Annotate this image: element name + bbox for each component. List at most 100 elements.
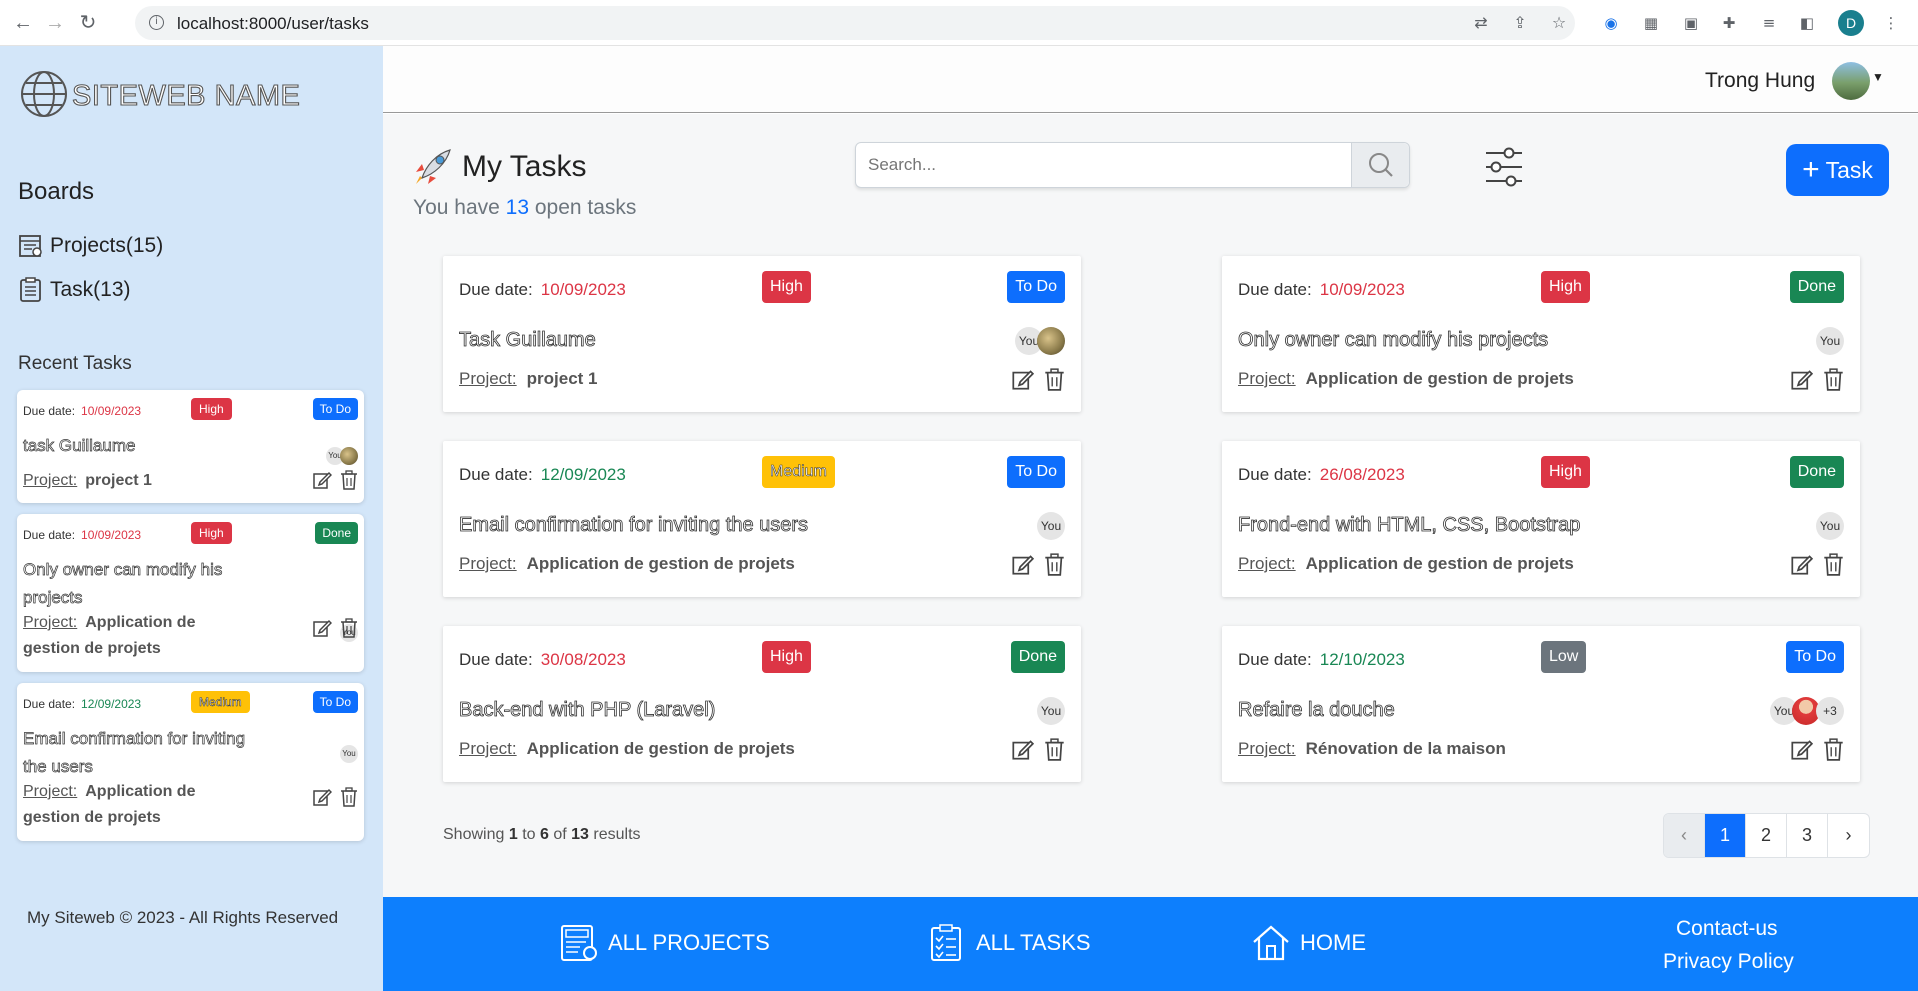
edit-icon[interactable] [1011,553,1034,576]
task-title[interactable]: Back-end with PHP (Laravel) [459,699,716,722]
edit-icon[interactable] [1790,553,1813,576]
task-title[interactable]: Refaire la douche [1238,699,1396,722]
sidebar-item-projects[interactable]: Projects(15) [18,231,163,261]
task-title[interactable]: Only owner can modify his projects [23,556,253,612]
avatar [340,447,358,465]
due-date: Due date: 30/08/2023 [459,650,626,669]
task-project: Project: Application de gestion de projet… [23,614,196,657]
status-badge: To Do [312,691,358,713]
page-3-button[interactable]: 3 [1787,814,1828,857]
assignees: You [1816,327,1844,355]
trash-icon[interactable] [1823,368,1844,391]
clipboard-extension-icon[interactable]: ▣ [1680,12,1702,34]
due-date: Due date: 12/09/2023 [459,465,626,484]
side-panel-icon[interactable]: ◧ [1796,12,1818,34]
task-title[interactable]: Frond-end with HTML, CSS, Bootstrap [1238,514,1581,537]
back-arrow-icon[interactable]: ← [12,12,34,34]
status-badge: Done [1010,641,1065,673]
recent-task-card[interactable]: Due date: 12/09/2023 Medium To Do Email c… [17,683,364,841]
page-1-button[interactable]: 1 [1705,814,1746,857]
task-card[interactable]: Due date: 10/09/2023 High To Do Task Guil… [443,256,1081,412]
trash-icon[interactable] [1823,738,1844,761]
footer-home-link[interactable]: HOME [1250,920,1366,966]
trash-icon[interactable] [1044,738,1065,761]
reload-icon[interactable]: ↻ [77,12,99,34]
privacy-policy-link[interactable]: Privacy Policy [1663,950,1794,974]
trash-icon[interactable] [340,470,358,490]
status-badge: To Do [312,398,358,420]
task-card[interactable]: Due date: 12/09/2023 Medium To Do Email c… [443,441,1081,597]
footer-all-projects-label: ALL PROJECTS [608,930,770,955]
user-name[interactable]: Trong Hung [1705,69,1815,93]
edit-icon[interactable] [1011,368,1034,391]
search-box [855,142,1410,188]
globe-extension-icon[interactable]: ◉ [1600,12,1622,34]
recent-task-card[interactable]: Due date: 10/09/2023 High To Do task Guil… [17,390,364,503]
sidebar-item-label: Projects(15) [50,234,164,257]
prev-page-button[interactable]: ‹ [1664,814,1705,857]
page-2-button[interactable]: 2 [1746,814,1787,857]
task-card[interactable]: Due date: 26/08/2023 High Done Frond-end … [1222,441,1860,597]
assignee-you: You [1037,697,1065,725]
priority-badge: Medium [191,691,250,713]
tasks-checklist-icon [931,924,961,961]
reading-list-icon[interactable]: ≡ [1758,12,1780,34]
browser-menu-icon[interactable]: ⋮ [1880,12,1902,34]
sidebar-item-tasks[interactable]: Task(13) [18,275,131,305]
trash-icon[interactable] [1044,553,1065,576]
task-card[interactable]: Due date: 10/09/2023 High Done Only owner… [1222,256,1860,412]
plus-icon: + [1802,153,1820,186]
task-project: Project: Application de gestion de projet… [459,739,795,758]
avatar[interactable] [1832,62,1870,100]
status-badge: To Do [1007,271,1065,303]
edit-icon[interactable] [1011,738,1034,761]
profile-avatar[interactable]: D [1838,10,1864,36]
address-bar[interactable]: i localhost:8000/user/tasks ⇄ ⇪ ☆ [135,6,1575,40]
trash-icon[interactable] [1823,553,1844,576]
edit-icon[interactable] [312,787,332,807]
task-title[interactable]: Only owner can modify his projects [1238,329,1549,352]
status-badge: Done [1789,271,1844,303]
search-button[interactable] [1351,143,1409,187]
priority-badge: Low [1541,641,1587,673]
tasks-checklist-icon [20,277,41,302]
new-extension-icon[interactable]: ▦ [1640,12,1662,34]
assignees: You [1037,512,1065,540]
assignees: You [1816,512,1844,540]
add-task-label: Task [1825,156,1873,183]
footer-all-projects-link[interactable]: ALL PROJECTS [558,920,770,966]
edit-icon[interactable] [312,470,332,490]
edit-icon[interactable] [1790,368,1813,391]
chevron-down-icon[interactable]: ▼ [1872,70,1884,84]
task-title[interactable]: Email confirmation for inviting the user… [23,725,253,781]
extensions-puzzle-icon[interactable]: ✚ [1718,12,1740,34]
due-date: Due date: 10/09/2023 [459,280,626,299]
edit-icon[interactable] [1790,738,1813,761]
next-page-button[interactable]: › [1828,814,1869,857]
task-title[interactable]: Task Guillaume [459,329,597,352]
trash-icon[interactable] [340,618,358,638]
filter-sliders-icon[interactable] [1482,145,1526,189]
address-url[interactable]: localhost:8000/user/tasks [177,14,369,34]
bookmark-star-icon[interactable]: ☆ [1549,13,1569,33]
task-project: Project: Rénovation de la maison [1238,739,1506,758]
recent-task-card[interactable]: Due date: 10/09/2023 High Done Only owner… [17,514,364,672]
forward-arrow-icon[interactable]: → [44,12,66,34]
footer-all-tasks-link[interactable]: ALL TASKS [926,920,1091,966]
trash-icon[interactable] [340,787,358,807]
task-card[interactable]: Due date: 12/10/2023 Low To Do Refaire la… [1222,626,1860,782]
assignee-you: You [1037,512,1065,540]
contact-us-link[interactable]: Contact-us [1676,917,1778,941]
translate-icon[interactable]: ⇄ [1471,13,1491,33]
task-title[interactable]: task Guillaume [23,432,253,460]
trash-icon[interactable] [1044,368,1065,391]
more-assignees-badge[interactable]: +3 [1816,697,1844,725]
edit-icon[interactable] [312,618,332,638]
task-card[interactable]: Due date: 30/08/2023 High Done Back-end w… [443,626,1081,782]
share-icon[interactable]: ⇪ [1510,13,1530,33]
globe-logo-icon [21,71,67,117]
add-task-button[interactable]: + Task [1786,144,1889,196]
site-info-icon[interactable]: i [149,15,164,30]
search-input[interactable] [868,155,1348,175]
task-title[interactable]: Email confirmation for inviting the user… [459,514,809,537]
